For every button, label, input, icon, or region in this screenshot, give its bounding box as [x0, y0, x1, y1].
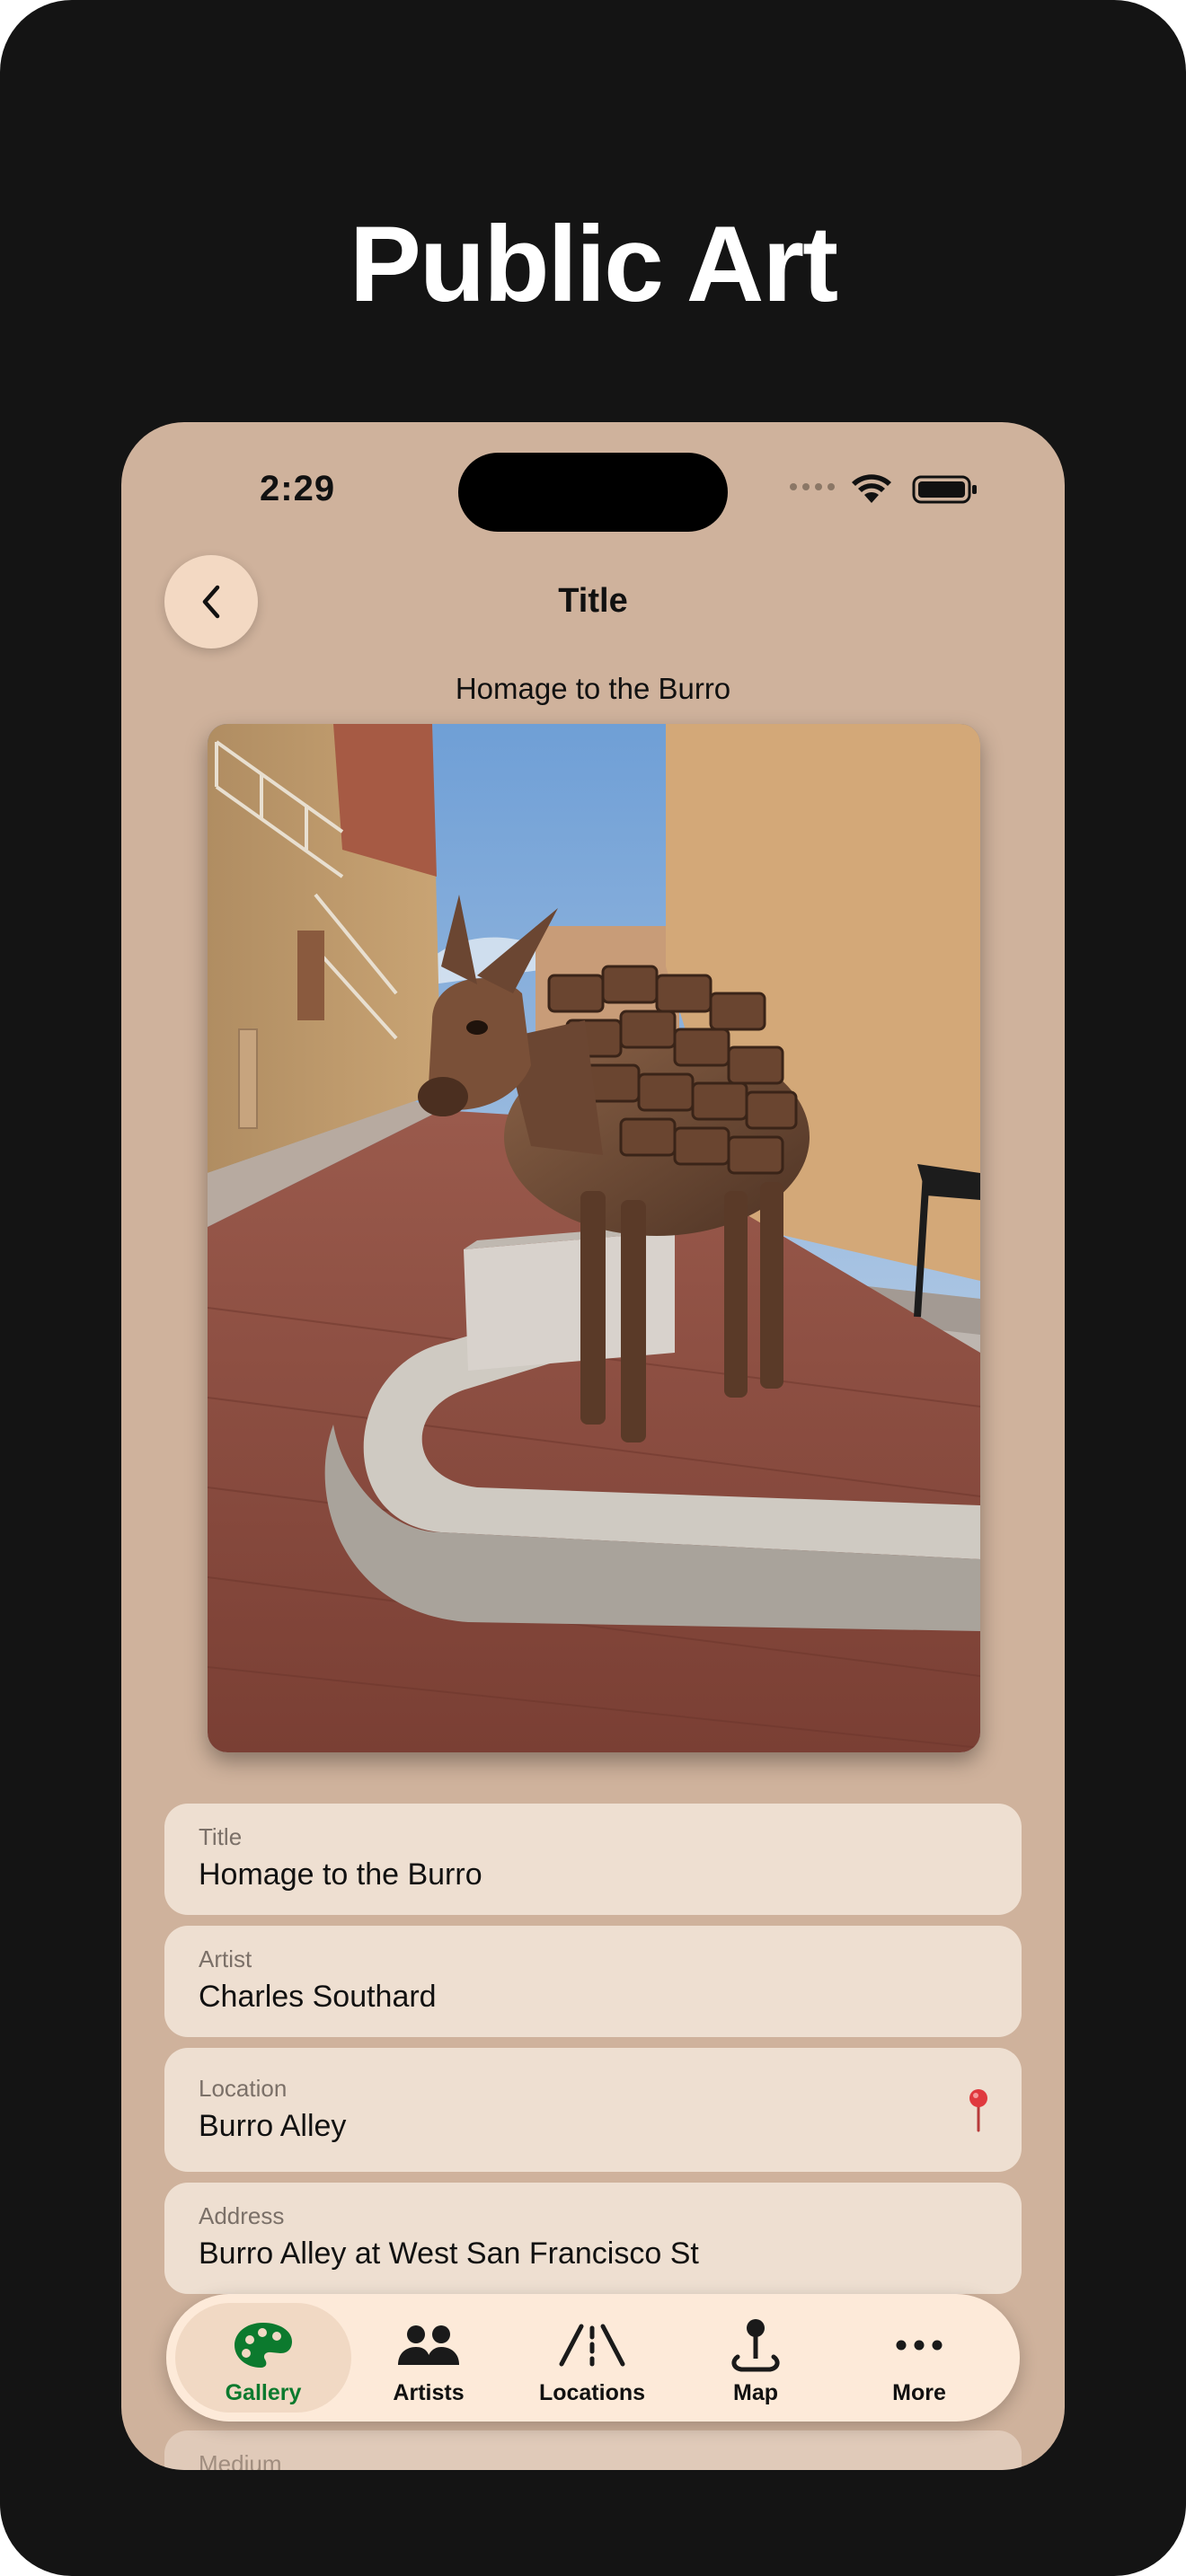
phone-screen: 2:29 Title Homage to the Burro Title Hom…: [121, 422, 1065, 2470]
field-artist-label: Artist: [199, 1945, 252, 1972]
field-address-label: Address: [199, 2202, 285, 2229]
tab-gallery[interactable]: Gallery: [175, 2303, 351, 2413]
tab-locations-label: Locations: [538, 2380, 646, 2405]
field-location-value: Burro Alley: [199, 2109, 347, 2143]
tab-gallery-label: Gallery: [225, 2380, 302, 2405]
promo-headline: Public Art: [349, 204, 838, 324]
dynamic-island: [458, 453, 728, 532]
field-location[interactable]: Location Burro Alley: [164, 2048, 1022, 2172]
field-medium-label: Medium: [199, 2450, 282, 2470]
road-icon: [559, 2324, 625, 2367]
palette-icon: [235, 2323, 292, 2368]
field-title-label: Title: [199, 1823, 243, 1850]
people-icon: [398, 2325, 459, 2365]
wifi-icon: [852, 474, 891, 503]
artwork-caption: Homage to the Burro: [455, 672, 731, 705]
promo-frame: Public Art 2:29 Title Homage to the Burr…: [0, 0, 1186, 2576]
field-artist-value: Charles Southard: [199, 1980, 437, 2014]
tab-more-label: More: [892, 2380, 946, 2405]
nav-title: Title: [558, 582, 628, 620]
field-address-value: Burro Alley at West San Francisco St: [199, 2236, 699, 2271]
status-time: 2:29: [260, 469, 336, 508]
field-address: Address Burro Alley at West San Francisc…: [164, 2183, 1022, 2294]
field-location-label: Location: [199, 2075, 288, 2102]
battery-icon: [912, 475, 977, 504]
map-pin-icon[interactable]: [968, 2087, 989, 2132]
field-medium: Medium: [164, 2430, 1022, 2470]
ellipsis-icon: [896, 2340, 943, 2351]
tab-locations[interactable]: Locations: [504, 2303, 680, 2413]
tab-more[interactable]: More: [831, 2303, 1007, 2413]
tab-map[interactable]: Map: [668, 2303, 844, 2413]
artwork-photo[interactable]: [208, 724, 980, 1752]
field-artist[interactable]: Artist Charles Southard: [164, 1926, 1022, 2037]
tab-bar: Gallery Artists Locations Map More: [166, 2294, 1020, 2422]
tab-artists[interactable]: Artists: [341, 2303, 517, 2413]
field-title-value: Homage to the Burro: [199, 1857, 482, 1892]
tab-map-label: Map: [733, 2380, 778, 2405]
field-title: Title Homage to the Burro: [164, 1804, 1022, 1915]
map-pin-joystick-icon: [731, 2319, 780, 2372]
tab-artists-label: Artists: [393, 2380, 465, 2405]
cellular-signal-icon: [790, 483, 835, 490]
